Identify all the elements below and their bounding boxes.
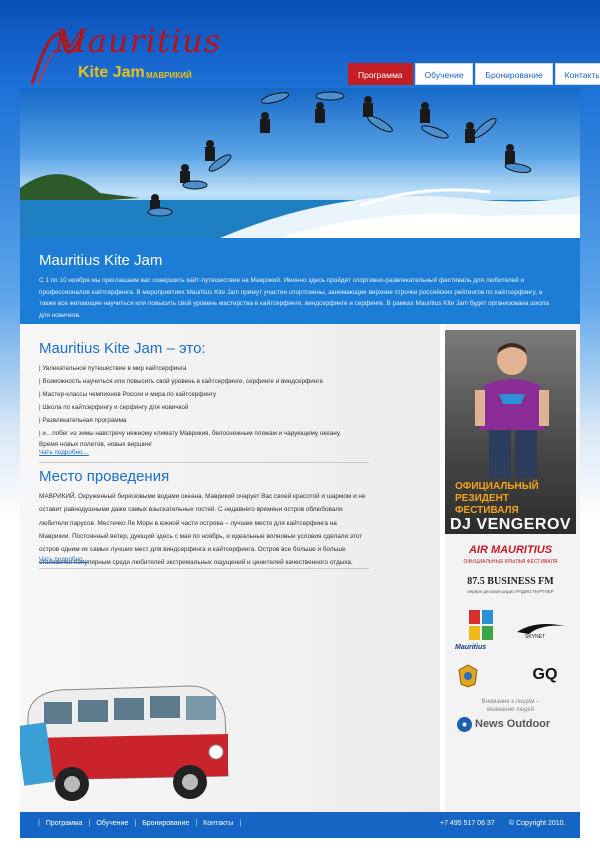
footer-copyright: © Copyright 2010. [509, 820, 566, 827]
footer-separator: | [239, 820, 242, 827]
venue-title: Место проведения [39, 468, 170, 485]
air-mauritius-logo[interactable]: AIR MAURITIUS [445, 544, 576, 556]
footer: | Программа | Обучение | Бронирование | … [20, 812, 580, 838]
news-outdoor-icon [457, 717, 472, 732]
content-right-column: ОФИЦИАЛЬНЫЙ РЕЗИДЕНТ ФЕСТИВАЛЯ DJ VENGER… [445, 324, 580, 812]
dj-poster[interactable]: ОФИЦИАЛЬНЫЙ РЕЗИДЕНТ ФЕСТИВАЛЯ DJ VENGER… [445, 330, 576, 534]
logo-subtitle: МАВРИКИЙ [146, 71, 192, 80]
svg-text:SKYNET: SKYNET [525, 634, 545, 640]
news-outdoor-logo[interactable]: News Outdoor [475, 718, 575, 730]
nav-item-contacts[interactable]: Контакты [554, 63, 600, 85]
about-read-more-link[interactable]: Чать подробно… [39, 449, 89, 456]
mauritius-tourism-logo-text: Mauritius [455, 644, 487, 651]
footer-separator: | [134, 820, 137, 827]
sponsor-swoosh-logo-icon[interactable]: SKYNET [515, 620, 567, 640]
footer-nav: | Программа | Обучение | Бронирование | … [32, 820, 247, 827]
poster-line-festival: ФЕСТИВАЛЯ [455, 505, 519, 516]
footer-separator: | [88, 820, 91, 827]
content-left-column: Mauritius Kite Jam – это: | Увлекательно… [20, 324, 440, 812]
list-item: | Мастер-классы чемпионов России и мира … [39, 391, 216, 398]
about-list: | Увлекательное путешествие в мир кайтсе… [39, 362, 369, 440]
list-item: | Возможность научиться или повысить сво… [39, 378, 323, 385]
poster-dj-name: DJ VENGEROV [450, 516, 572, 533]
business-fm-logo[interactable]: 87.5 BUSINESS FM [445, 576, 576, 587]
intro-title: Mauritius Kite Jam [39, 252, 163, 269]
page: Mauritius Kite Jam МАВРИКИЙ Программа Об… [20, 0, 600, 859]
site-logo[interactable]: Mauritius Kite Jam МАВРИКИЙ [28, 22, 220, 88]
nav-item-booking[interactable]: Бронирование [475, 63, 553, 85]
footer-separator: | [195, 820, 198, 827]
camper-van-image [20, 685, 229, 801]
intro-section: Mauritius Kite Jam С 1 по 10 ноября мы п… [20, 238, 580, 324]
mauritius-tourism-logo-icon[interactable] [469, 610, 493, 640]
poster-line-resident: РЕЗИДЕНТ [455, 493, 509, 504]
footer-link-training[interactable]: Обучение [96, 820, 128, 827]
logo-title: Kite Jam [78, 64, 145, 81]
logo-script: Mauritius [54, 22, 222, 60]
intro-text: С 1 по 10 ноября мы приглашаем вас совер… [39, 277, 549, 319]
main-nav: Программа Обучение Бронирование Контакты [348, 63, 600, 85]
gq-logo[interactable]: GQ [525, 666, 565, 684]
hero-banner [20, 88, 580, 238]
venue-read-more-link[interactable]: Чать подробно… [39, 556, 89, 563]
news-outdoor-slogan: Внимание к людям – внимание людей [481, 699, 540, 713]
nav-item-training[interactable]: Обучение [414, 63, 474, 85]
footer-link-program[interactable]: Программа [46, 820, 83, 827]
footer-separator: | [38, 820, 40, 827]
footer-phone: +7 495 517 06 37 [440, 820, 495, 827]
federation-emblem-icon[interactable] [457, 664, 479, 688]
footer-link-booking[interactable]: Бронирование [142, 820, 189, 827]
main-content: Mauritius Kite Jam – это: | Увлекательно… [20, 324, 580, 812]
about-title: Mauritius Kite Jam – это: [39, 340, 206, 357]
kitesurfer-photo [20, 91, 580, 238]
air-mauritius-tagline: ОФИЦИАЛЬНЫЕ КРЫЛЬЯ ФЕСТИВАЛЯ [463, 559, 558, 565]
section-divider [39, 462, 369, 463]
business-fm-tagline: первое деловое радио РАДИО ПАРТНЕР [467, 589, 554, 594]
footer-link-contacts[interactable]: Контакты [203, 820, 233, 827]
list-item: | Увлекательное путешествие в мир кайтсе… [39, 365, 187, 372]
poster-line-official: ОФИЦИАЛЬНЫЙ [455, 481, 539, 492]
list-item: | Школа по кайтсерфингу и серфингу для н… [39, 404, 189, 411]
list-item: | Развлекательная программа [39, 417, 127, 424]
nav-item-program[interactable]: Программа [348, 63, 413, 85]
section-divider [39, 568, 369, 569]
dj-photo [475, 343, 549, 478]
